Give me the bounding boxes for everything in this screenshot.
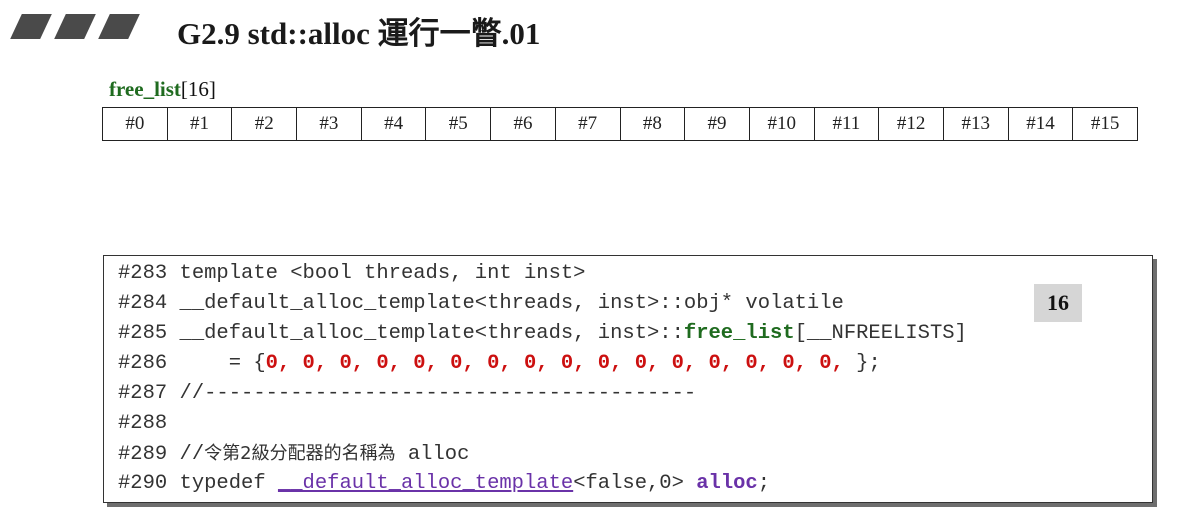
free-list-cell: #4 xyxy=(362,108,427,140)
code-block: #283 template <bool threads, int inst> #… xyxy=(103,255,1153,503)
code-line-287: #287 //---------------------------------… xyxy=(118,382,697,405)
free-list-cell: #11 xyxy=(815,108,880,140)
free-list-cell: #15 xyxy=(1090,113,1120,134)
free-list-cell: #10 xyxy=(750,108,815,140)
free-list-cell: #9 xyxy=(685,108,750,140)
free-list-cell: #0 xyxy=(103,108,168,140)
title-decoration-bar-2 xyxy=(54,14,96,39)
free-list-size: [16] xyxy=(180,77,216,101)
title-decoration-bar-1 xyxy=(10,14,52,39)
free-list-cell: #13 xyxy=(944,108,1009,140)
slide-title: G2.9 std::alloc 運行一瞥.01 xyxy=(177,16,541,51)
title-decoration-bar-3 xyxy=(98,14,140,39)
free-list-cell: #6 xyxy=(491,108,556,140)
free-list-cell: #1 xyxy=(168,108,233,140)
code-line-283: #283 template <bool threads, int inst> xyxy=(118,262,586,285)
free-list-cell: #14 xyxy=(1009,108,1074,140)
free-list-cell: #7 xyxy=(556,108,621,140)
free-list-cell: #12 xyxy=(879,108,944,140)
code-line-289: #289 //令第2級分配器的名稱為 alloc xyxy=(118,443,470,466)
code-line-288: #288 xyxy=(118,412,168,435)
free-list-cell: #8 xyxy=(621,108,686,140)
code-line-290: #290 typedef __default_alloc_template<fa… xyxy=(118,472,771,495)
free-list-name: free_list xyxy=(109,77,181,101)
free-list-cell: #3 xyxy=(297,108,362,140)
chinese-comment: 令第2級分配器的名稱為 xyxy=(204,443,396,464)
free-list-keyword: free_list xyxy=(683,322,795,345)
line-count-badge: 16 xyxy=(1034,284,1082,322)
code-line-285: #285 __default_alloc_template<threads, i… xyxy=(118,322,967,345)
template-name: __default_alloc_template xyxy=(277,472,574,495)
free-list-cell: #2 xyxy=(232,108,298,140)
free-list-label: free_list[16] xyxy=(109,77,216,102)
code-line-284: #284 __default_alloc_template<threads, i… xyxy=(118,292,844,315)
zero-initializers: 0, 0, 0, 0, 0, 0, 0, 0, 0, 0, 0, 0, 0, 0… xyxy=(265,352,844,375)
alloc-keyword: alloc xyxy=(696,472,758,495)
code-line-286: #286 = {0, 0, 0, 0, 0, 0, 0, 0, 0, 0, 0,… xyxy=(118,352,881,375)
free-list-table: #0 #1 #2 #3 #4 #5 #6 #7 #8 #9 #10 #11 #12 #13 #14 #15 xyxy=(102,107,1138,141)
free-list-cell: #5 xyxy=(426,108,492,140)
